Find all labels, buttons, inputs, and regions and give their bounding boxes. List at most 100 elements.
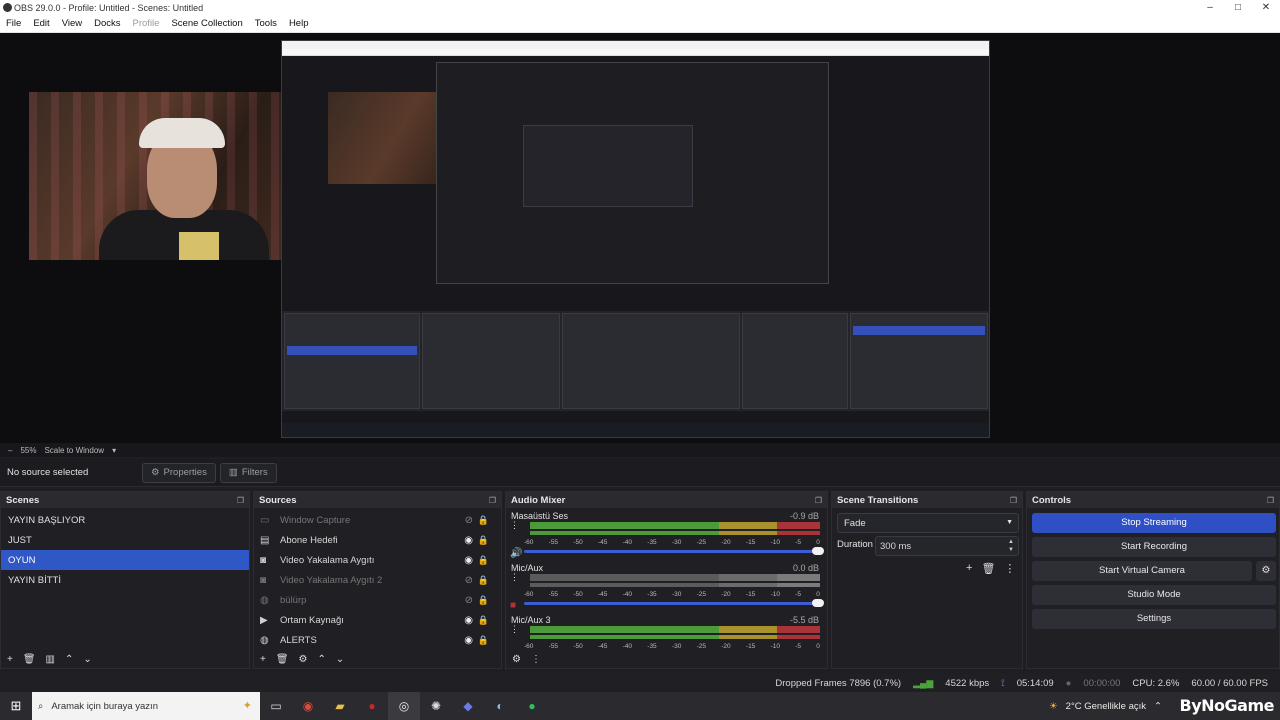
maximize-icon[interactable]: □ bbox=[1224, 0, 1252, 15]
undock-icon[interactable]: ❐ bbox=[489, 496, 496, 505]
menu-edit[interactable]: Edit bbox=[27, 18, 55, 29]
duration-input[interactable]: 300 ms ▲ ▼ bbox=[875, 536, 1019, 556]
meter-ticks: -60 -55 -50 -45 -40 -35 -30 -25 -20 -15 -10 -5 0 bbox=[524, 539, 820, 546]
volume-meter bbox=[530, 574, 820, 581]
steam-icon[interactable]: ◐ bbox=[484, 692, 516, 720]
transition-select[interactable]: Fade ▼ bbox=[837, 513, 1019, 533]
chevron-down-icon[interactable]: ▾ bbox=[112, 446, 116, 455]
zoom-out-icon[interactable]: – bbox=[8, 446, 12, 455]
lock-icon[interactable]: 🔒 bbox=[478, 595, 489, 606]
stepper-icon[interactable]: ▲ ▼ bbox=[1008, 538, 1014, 554]
virtual-camera-settings-icon[interactable]: ⚙ bbox=[1256, 561, 1276, 581]
filters-button[interactable]: ▥ Filters bbox=[219, 462, 277, 483]
zoom-mode[interactable]: Scale to Window bbox=[44, 446, 104, 455]
eye-icon[interactable]: ◉ bbox=[464, 555, 473, 566]
spotify-icon[interactable]: ● bbox=[516, 692, 548, 720]
play-icon: ▶ bbox=[260, 614, 268, 626]
gear-icon[interactable]: ⚙ bbox=[512, 654, 521, 665]
taskbar-search[interactable]: ⌕ Aramak için buraya yazın ✦ bbox=[32, 692, 260, 720]
folder-icon[interactable]: ▰ bbox=[324, 692, 356, 720]
scene-item[interactable]: YAYIN BİTTİ bbox=[1, 570, 249, 590]
source-item[interactable]: ◍ bülürp ⊘ 🔒 bbox=[254, 590, 501, 610]
lock-icon[interactable]: 🔒 bbox=[478, 535, 489, 546]
undock-icon[interactable]: ❐ bbox=[815, 496, 822, 505]
properties-button[interactable]: ⚙ Properties bbox=[142, 462, 216, 483]
windows-taskbar: ⊞ ⌕ Aramak için buraya yazın ✦ ▭ ◉ ▰ ● ◎… bbox=[0, 692, 1280, 720]
channel-menu-icon[interactable]: ⋮ bbox=[510, 573, 519, 582]
menu-file[interactable]: File bbox=[0, 18, 27, 29]
preview-canvas[interactable] bbox=[0, 33, 1280, 443]
volume-slider[interactable] bbox=[524, 547, 824, 555]
chevron-down-icon[interactable]: ⌄ bbox=[83, 654, 91, 665]
eye-slash-icon[interactable]: ⊘ bbox=[465, 575, 473, 586]
eye-icon[interactable]: ◉ bbox=[464, 535, 473, 546]
lock-icon[interactable]: 🔒 bbox=[478, 575, 489, 586]
lock-icon[interactable]: 🔒 bbox=[478, 635, 489, 646]
lock-icon[interactable]: 🔒 bbox=[478, 615, 489, 626]
network-icon[interactable]: ✺ bbox=[420, 692, 452, 720]
menu-docks[interactable]: Docks bbox=[88, 18, 126, 29]
add-icon[interactable]: + bbox=[966, 562, 972, 575]
settings-button[interactable]: Settings bbox=[1032, 609, 1276, 629]
chevron-up-icon[interactable]: ⌃ bbox=[1154, 701, 1162, 712]
start-virtual-camera-button[interactable]: Start Virtual Camera bbox=[1032, 561, 1252, 581]
eye-slash-icon[interactable]: ⊘ bbox=[465, 595, 473, 606]
undock-icon[interactable]: ❐ bbox=[1267, 496, 1274, 505]
undock-icon[interactable]: ❐ bbox=[1010, 496, 1017, 505]
channel-menu-icon[interactable]: ⋮ bbox=[510, 521, 519, 530]
more-icon[interactable]: ⋮ bbox=[531, 654, 541, 665]
lock-icon[interactable]: 🔒 bbox=[478, 515, 489, 526]
trash-icon[interactable]: 🗑 bbox=[23, 654, 36, 665]
source-item[interactable]: ▤ Abone Hedefi ◉ 🔒 bbox=[254, 530, 501, 550]
source-item[interactable]: ◙ Video Yakalama Aygıtı 2 ⊘ 🔒 bbox=[254, 570, 501, 590]
close-icon[interactable]: ✕ bbox=[1252, 0, 1280, 15]
channel-menu-icon[interactable]: ⋮ bbox=[510, 625, 519, 634]
menu-help[interactable]: Help bbox=[283, 18, 315, 29]
filter-icon[interactable]: ▥ bbox=[46, 654, 55, 665]
chevron-up-icon[interactable]: ⌃ bbox=[318, 654, 326, 665]
menu-profile[interactable]: Profile bbox=[127, 18, 166, 29]
zoom-level[interactable]: 55% bbox=[20, 446, 36, 455]
text-icon: ▤ bbox=[260, 534, 270, 546]
add-icon[interactable]: + bbox=[7, 654, 13, 665]
start-recording-button[interactable]: Start Recording bbox=[1032, 537, 1276, 557]
windows-start-icon[interactable]: ⊞ bbox=[0, 698, 32, 714]
eye-icon[interactable]: ◉ bbox=[464, 615, 473, 626]
trash-icon[interactable]: 🗑 bbox=[981, 562, 995, 575]
slider-handle[interactable] bbox=[812, 547, 824, 555]
menu-tools[interactable]: Tools bbox=[249, 18, 283, 29]
source-item[interactable]: ◍ ALERTS ◉ 🔒 bbox=[254, 630, 501, 650]
eye-slash-icon[interactable]: ⊘ bbox=[465, 515, 473, 526]
undock-icon[interactable]: ❐ bbox=[237, 496, 244, 505]
speaker-icon[interactable]: 🔊 bbox=[510, 548, 522, 559]
lock-icon[interactable]: 🔒 bbox=[478, 555, 489, 566]
obs-icon[interactable]: ◎ bbox=[388, 692, 420, 720]
source-item[interactable]: ▭ Window Capture ⊘ 🔒 bbox=[254, 510, 501, 530]
app-icon[interactable]: ● bbox=[356, 692, 388, 720]
add-icon[interactable]: + bbox=[260, 654, 266, 665]
scene-item[interactable]: YAYIN BAŞLIYOR bbox=[1, 510, 249, 530]
source-item[interactable]: ◙ Video Yakalama Aygıtı ◉ 🔒 bbox=[254, 550, 501, 570]
camera-icon: ◙ bbox=[260, 574, 267, 586]
slider-handle[interactable] bbox=[812, 599, 824, 607]
speaker-muted-icon[interactable]: ■ bbox=[510, 600, 516, 611]
menu-scene-collection[interactable]: Scene Collection bbox=[165, 18, 248, 29]
trash-icon[interactable]: 🗑 bbox=[276, 654, 289, 665]
volume-slider[interactable] bbox=[524, 599, 824, 607]
discord-icon[interactable]: ◆ bbox=[452, 692, 484, 720]
chevron-up-icon[interactable]: ⌃ bbox=[65, 654, 73, 665]
source-item[interactable]: ▶ Ortam Kaynağı ◉ 🔒 bbox=[254, 610, 501, 630]
transition-buttons: + 🗑 ⋮ bbox=[966, 562, 1015, 575]
eye-icon[interactable]: ◉ bbox=[464, 635, 473, 646]
chrome-icon[interactable]: ◉ bbox=[292, 692, 324, 720]
scene-item-selected[interactable]: OYUN bbox=[1, 550, 249, 570]
studio-mode-button[interactable]: Studio Mode bbox=[1032, 585, 1276, 605]
scene-item[interactable]: JUST bbox=[1, 530, 249, 550]
stop-streaming-button[interactable]: Stop Streaming bbox=[1032, 513, 1276, 533]
minimize-icon[interactable]: – bbox=[1196, 0, 1224, 15]
gear-icon[interactable]: ⚙ bbox=[299, 654, 308, 665]
menu-view[interactable]: View bbox=[56, 18, 88, 29]
more-icon[interactable]: ⋮ bbox=[1004, 562, 1015, 575]
task-view-icon[interactable]: ▭ bbox=[260, 692, 292, 720]
chevron-down-icon[interactable]: ⌄ bbox=[336, 654, 344, 665]
